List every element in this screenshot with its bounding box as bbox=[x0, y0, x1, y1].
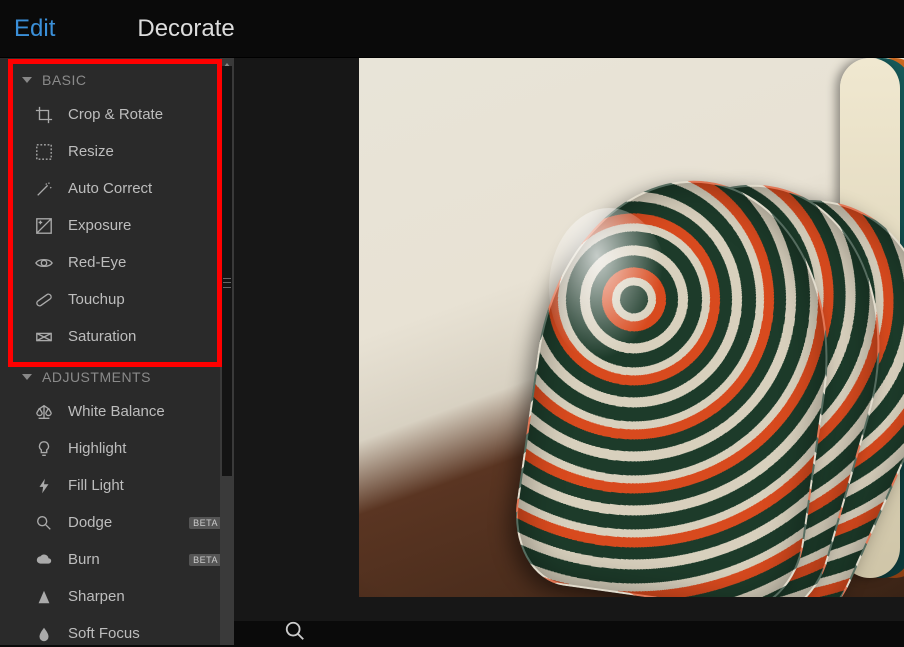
drop-icon bbox=[34, 624, 54, 644]
sidebar-scrollbar[interactable] bbox=[220, 58, 234, 645]
photo-preview bbox=[359, 58, 904, 597]
tab-edit[interactable]: Edit bbox=[10, 15, 59, 43]
scale-icon bbox=[34, 402, 54, 422]
tool-label: Burn bbox=[68, 551, 100, 568]
tool-red-eye[interactable]: Red-Eye bbox=[0, 244, 234, 281]
tool-label: Dodge bbox=[68, 514, 112, 531]
tool-label: Exposure bbox=[68, 217, 131, 234]
wand-icon bbox=[34, 179, 54, 199]
tool-label: Touchup bbox=[68, 291, 125, 308]
tools-sidebar: BASIC Crop & Rotate Resize Auto Correct bbox=[0, 58, 234, 645]
caret-down-icon bbox=[22, 77, 32, 83]
tool-burn[interactable]: Burn BETA bbox=[0, 541, 234, 578]
caret-down-icon bbox=[22, 374, 32, 380]
tool-saturation[interactable]: Saturation bbox=[0, 318, 234, 355]
tool-resize[interactable]: Resize bbox=[0, 133, 234, 170]
zoom-icon[interactable] bbox=[284, 620, 306, 647]
tool-label: White Balance bbox=[68, 403, 165, 420]
tool-auto-correct[interactable]: Auto Correct bbox=[0, 170, 234, 207]
tool-sharpen[interactable]: Sharpen bbox=[0, 578, 234, 615]
canvas-area bbox=[234, 58, 904, 645]
image-viewport[interactable] bbox=[234, 58, 904, 621]
tool-label: Saturation bbox=[68, 328, 136, 345]
section-header-adjustments[interactable]: ADJUSTMENTS bbox=[0, 355, 234, 393]
section-label: BASIC bbox=[42, 72, 87, 88]
tool-label: Red-Eye bbox=[68, 254, 126, 271]
bolt-icon bbox=[34, 476, 54, 496]
magnifier-icon bbox=[34, 513, 54, 533]
resize-icon bbox=[34, 142, 54, 162]
tool-label: Resize bbox=[68, 143, 114, 160]
tool-highlight[interactable]: Highlight bbox=[0, 430, 234, 467]
beta-badge: BETA bbox=[189, 517, 222, 529]
triangle-icon bbox=[34, 587, 54, 607]
tool-label: Sharpen bbox=[68, 588, 125, 605]
tool-label: Highlight bbox=[68, 440, 126, 457]
beta-badge: BETA bbox=[189, 554, 222, 566]
scrollbar-grip bbox=[223, 276, 231, 290]
tool-label: Soft Focus bbox=[68, 625, 140, 642]
tool-soft-focus[interactable]: Soft Focus bbox=[0, 615, 234, 645]
tool-label: Fill Light bbox=[68, 477, 124, 494]
bottom-toolbar bbox=[234, 621, 904, 645]
saturation-icon bbox=[34, 327, 54, 347]
section-label: ADJUSTMENTS bbox=[42, 369, 151, 385]
tool-label: Auto Correct bbox=[68, 180, 152, 197]
tool-label: Crop & Rotate bbox=[68, 106, 163, 123]
top-tab-bar: Edit Decorate bbox=[0, 0, 904, 58]
section-header-basic[interactable]: BASIC bbox=[0, 58, 234, 96]
tool-fill-light[interactable]: Fill Light bbox=[0, 467, 234, 504]
cloud-icon bbox=[34, 550, 54, 570]
bandage-icon bbox=[34, 290, 54, 310]
tool-white-balance[interactable]: White Balance bbox=[0, 393, 234, 430]
crop-icon bbox=[34, 105, 54, 125]
tool-exposure[interactable]: Exposure bbox=[0, 207, 234, 244]
tool-touchup[interactable]: Touchup bbox=[0, 281, 234, 318]
exposure-icon bbox=[34, 216, 54, 236]
bulb-icon bbox=[34, 439, 54, 459]
tab-decorate[interactable]: Decorate bbox=[133, 15, 238, 43]
tool-dodge[interactable]: Dodge BETA bbox=[0, 504, 234, 541]
scrollbar-thumb[interactable] bbox=[222, 66, 232, 476]
tool-crop-rotate[interactable]: Crop & Rotate bbox=[0, 96, 234, 133]
eye-icon bbox=[34, 253, 54, 273]
